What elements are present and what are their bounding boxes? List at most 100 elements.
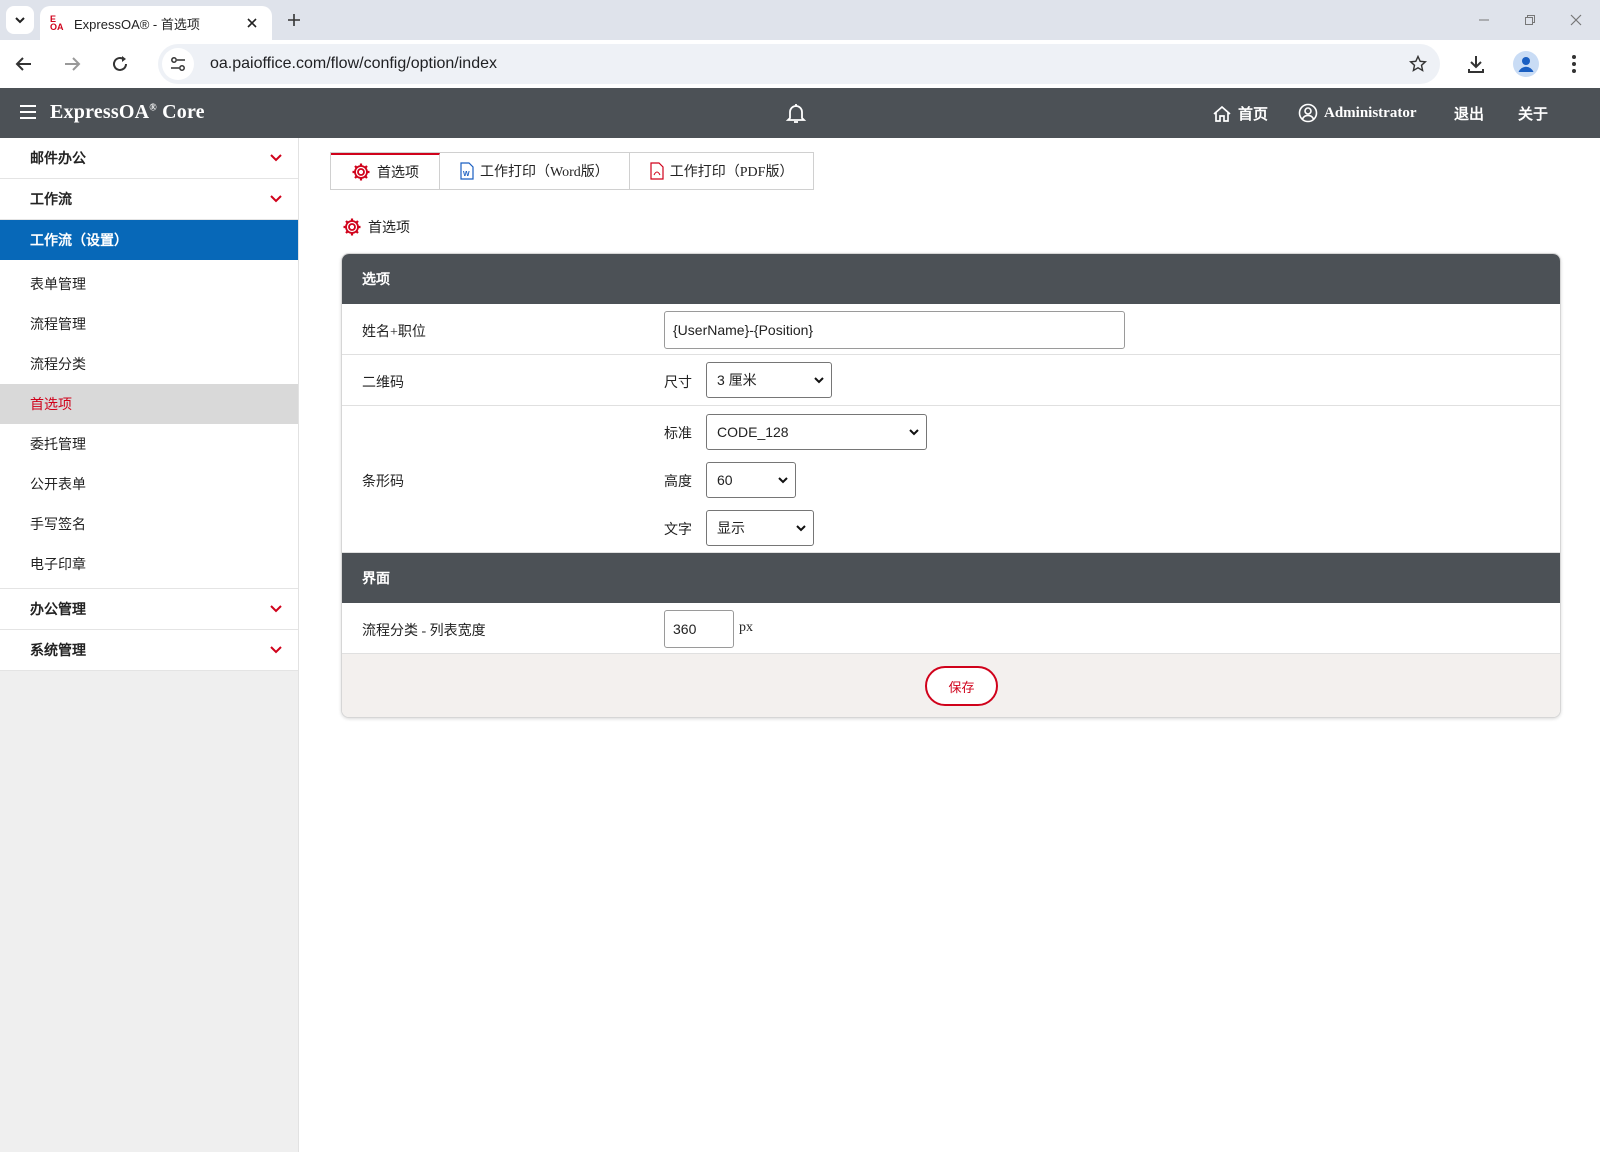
sidebar-item-label: 手写签名: [30, 518, 86, 533]
options-header: 选项: [342, 254, 1560, 304]
sidebar-item-delegation[interactable]: 委托管理: [0, 424, 298, 464]
sidebar-group-mail[interactable]: 邮件办公: [0, 138, 298, 179]
home-link[interactable]: 首页: [1212, 103, 1268, 124]
chevron-down-icon: [909, 429, 919, 436]
row-qrcode: 二维码 尺寸 3 厘米: [342, 355, 1560, 406]
more-vert-icon: [1572, 55, 1576, 73]
sidebar-item-label: 流程管理: [30, 318, 86, 333]
browser-menu-button[interactable]: [1558, 48, 1590, 80]
tab-preferences-label: 首选项: [377, 166, 419, 181]
tab-print-pdf[interactable]: 工作打印（PDF版）: [630, 153, 814, 189]
chevron-down-icon: [270, 605, 282, 613]
chevron-down-icon: [270, 154, 282, 162]
gear-icon: [343, 218, 361, 236]
logout-link[interactable]: 退出: [1454, 103, 1484, 124]
tab-search-button[interactable]: [6, 6, 34, 34]
sidebar-group-system[interactable]: 系统管理: [0, 630, 298, 671]
qrcode-size-select[interactable]: 3 厘米: [706, 362, 832, 398]
name-position-label: 姓名+职位: [362, 325, 426, 340]
sidebar-item-process-management[interactable]: 流程管理: [0, 304, 298, 344]
barcode-label: 条形码: [362, 475, 404, 490]
barcode-standard-label: 标准: [664, 427, 692, 442]
sidebar-item-process-category[interactable]: 流程分类: [0, 344, 298, 384]
chevron-down-icon: [270, 646, 282, 654]
sidebar-item-handwritten-signature[interactable]: 手写签名: [0, 504, 298, 544]
tab-preferences[interactable]: 首选项: [331, 153, 440, 189]
window-restore-button[interactable]: [1518, 8, 1542, 32]
arrow-left-icon: [15, 57, 31, 71]
sidebar-item-preferences[interactable]: 首选项: [0, 384, 298, 424]
sidebar-item-form-management[interactable]: 表单管理: [0, 264, 298, 304]
svg-text:W: W: [463, 171, 470, 178]
options-heading: 选项: [362, 273, 390, 288]
browser-tab-strip: E OA ExpressOA® - 首选项: [0, 0, 1600, 40]
chevron-down-icon: [778, 477, 788, 484]
sidebar-item-public-form[interactable]: 公开表单: [0, 464, 298, 504]
browser-tab-active[interactable]: E OA ExpressOA® - 首选项: [40, 6, 272, 40]
app-header: ExpressOA® Core 首页 Administrator 退出 关于: [0, 88, 1600, 138]
profile-button[interactable]: [1510, 48, 1542, 80]
downloads-button[interactable]: [1460, 48, 1492, 80]
name-position-input[interactable]: {UserName}-{Position}: [664, 311, 1125, 349]
about-link[interactable]: 关于: [1518, 103, 1548, 124]
bookmark-button[interactable]: [1406, 52, 1430, 76]
row-name-position: 姓名+职位 {UserName}-{Position}: [342, 304, 1560, 355]
home-icon: [1213, 105, 1231, 122]
sidebar-section-workflow-settings[interactable]: 工作流（设置）: [0, 220, 298, 260]
sidebar: 邮件办公 工作流 工作流（设置） 表单管理 流程管理 流程分类 首选项 委托管理…: [0, 138, 299, 1152]
tab-print-word[interactable]: W 工作打印（Word版）: [440, 153, 630, 189]
forward-button[interactable]: [56, 48, 88, 80]
hamburger-menu-icon[interactable]: [20, 105, 36, 121]
barcode-standard-select[interactable]: CODE_128: [706, 414, 927, 450]
restore-icon: [1525, 15, 1535, 25]
barcode-text-label: 文字: [664, 523, 692, 538]
back-button[interactable]: [8, 48, 40, 80]
qrcode-size-value: 3 厘米: [717, 372, 757, 388]
row-barcode: 条形码 标准 CODE_128 高度 60 文字 显示: [342, 406, 1560, 553]
sidebar-group-workflow[interactable]: 工作流: [0, 179, 298, 220]
user-circle-icon: [1298, 103, 1318, 123]
address-bar[interactable]: oa.paioffice.com/flow/config/option/inde…: [158, 44, 1440, 84]
window-close-button[interactable]: [1564, 8, 1588, 32]
barcode-height-select[interactable]: 60: [706, 462, 796, 498]
qrcode-size-label: 尺寸: [664, 376, 692, 391]
sidebar-item-label: 表单管理: [30, 278, 86, 293]
user-name: Administrator: [1324, 104, 1417, 121]
bell-icon[interactable]: [784, 101, 808, 125]
save-button-label: 保存: [948, 679, 975, 695]
save-button[interactable]: 保存: [925, 666, 998, 706]
barcode-text-select[interactable]: 显示: [706, 510, 814, 546]
close-icon: [1570, 14, 1582, 26]
barcode-height-value: 60: [717, 472, 733, 488]
sidebar-item-label: 电子印章: [30, 558, 86, 573]
word-file-icon: W: [460, 162, 474, 180]
section-title: 首选项: [342, 217, 410, 237]
list-width-input[interactable]: 360: [664, 610, 734, 648]
window-minimize-button[interactable]: [1472, 8, 1496, 32]
settings-panel: 选项 姓名+职位 {UserName}-{Position} 二维码 尺寸 3 …: [341, 253, 1561, 718]
sidebar-item-label: 首选项: [30, 398, 72, 413]
minimize-icon: [1479, 19, 1489, 21]
sidebar-section-label: 工作流（设置）: [30, 234, 128, 249]
expressoa-favicon-icon: E OA: [50, 15, 66, 32]
barcode-text-value: 显示: [717, 520, 745, 536]
sidebar-item-label: 公开表单: [30, 478, 86, 493]
section-title-label: 首选项: [368, 221, 410, 236]
sidebar-item-electronic-seal[interactable]: 电子印章: [0, 544, 298, 584]
pdf-file-icon: [650, 162, 664, 180]
user-menu[interactable]: Administrator: [1298, 103, 1417, 123]
qrcode-label: 二维码: [362, 376, 404, 391]
tab-close-button[interactable]: [242, 13, 262, 33]
reload-button[interactable]: [104, 48, 136, 80]
brand-logo[interactable]: ExpressOA® Core: [50, 101, 205, 124]
gear-icon: [352, 163, 370, 181]
plus-icon: [288, 14, 300, 26]
sidebar-group-workflow-label: 工作流: [30, 193, 72, 208]
sidebar-item-label: 委托管理: [30, 438, 86, 453]
reload-icon: [113, 56, 127, 71]
logout-label: 退出: [1454, 107, 1485, 123]
sidebar-group-office[interactable]: 办公管理: [0, 589, 298, 630]
about-label: 关于: [1518, 107, 1549, 123]
site-info-button[interactable]: [162, 48, 194, 80]
new-tab-button[interactable]: [282, 8, 306, 32]
